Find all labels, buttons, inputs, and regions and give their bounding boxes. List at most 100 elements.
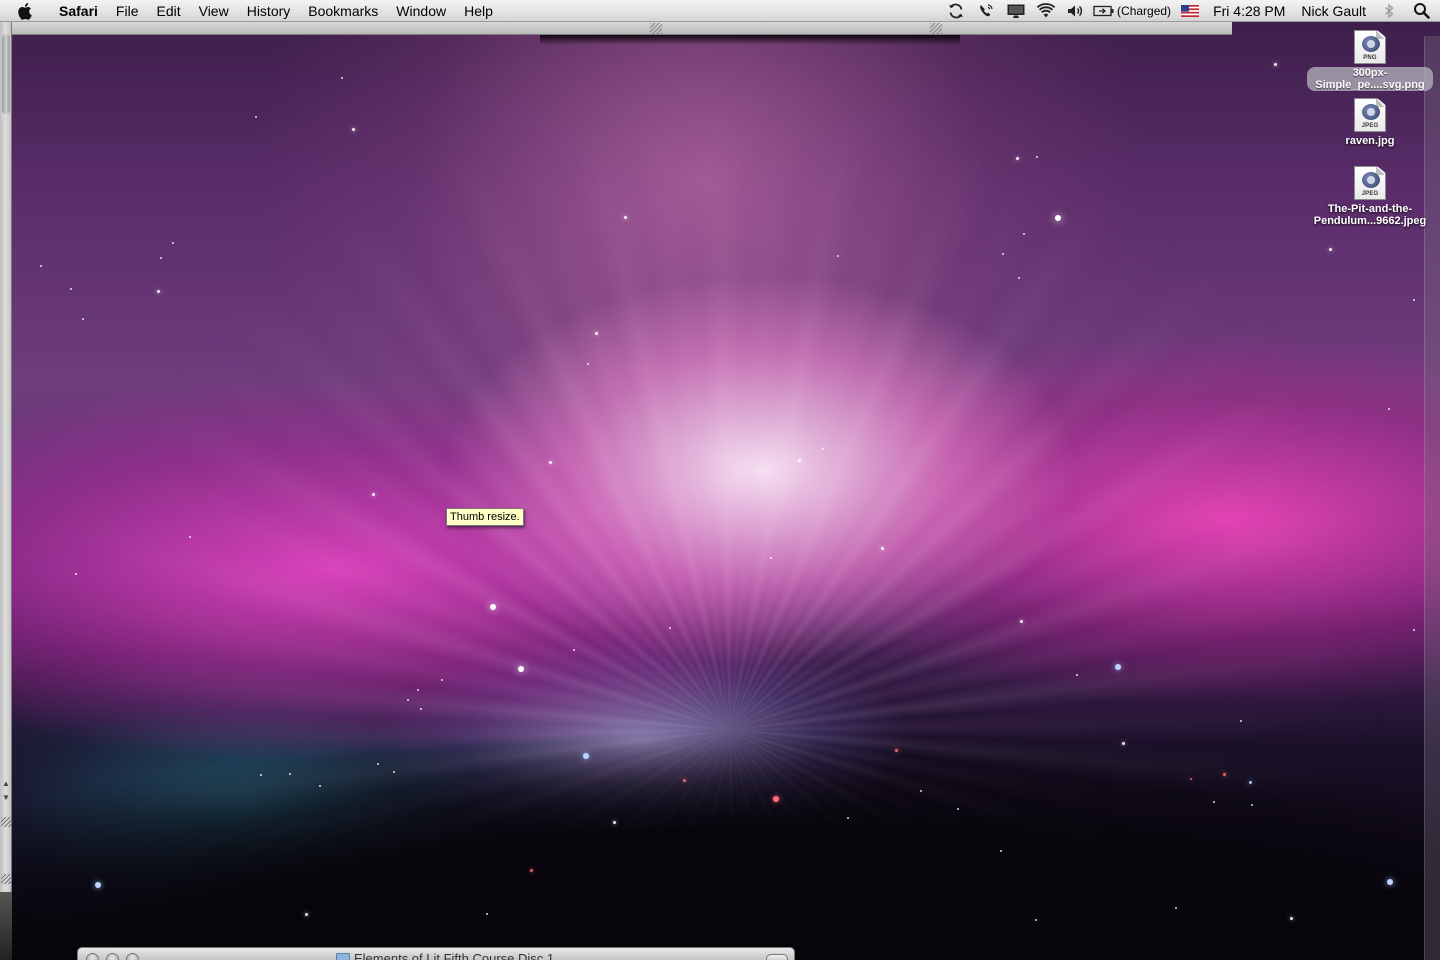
- star: [595, 332, 598, 335]
- desktop-file-pit-and-pendulum[interactable]: JPEG The-Pit-and-the- Pendulum...9662.jp…: [1305, 166, 1435, 227]
- star: [1175, 907, 1177, 909]
- menu-file[interactable]: File: [107, 0, 148, 22]
- menu-help[interactable]: Help: [455, 0, 502, 22]
- battery-status-text[interactable]: (Charged): [1117, 4, 1175, 18]
- star: [160, 257, 162, 259]
- menu-extras: (Charged) Fri 4:28 PM Nick Gault: [941, 0, 1440, 22]
- star: [530, 869, 533, 872]
- star: [189, 536, 191, 538]
- battery-icon[interactable]: [1091, 0, 1117, 22]
- star: [895, 749, 898, 752]
- menu-clock[interactable]: Fri 4:28 PM: [1205, 3, 1293, 19]
- star: [1387, 879, 1393, 885]
- wifi-icon[interactable]: [1031, 0, 1061, 22]
- star: [573, 649, 575, 651]
- star: [1274, 63, 1277, 66]
- menu-app-safari[interactable]: Safari: [50, 0, 107, 22]
- window-shadow: [540, 35, 960, 45]
- star: [157, 290, 160, 293]
- star: [1035, 919, 1037, 921]
- menu-bookmarks[interactable]: Bookmarks: [299, 0, 387, 22]
- volume-icon[interactable]: [1061, 0, 1091, 22]
- finder-window-titlebar[interactable]: Elements of Lit Fifth Course Disc 1: [77, 947, 795, 960]
- png-file-icon[interactable]: PNG: [1354, 30, 1386, 64]
- spotlight-icon[interactable]: [1404, 0, 1440, 22]
- resize-grip-icon[interactable]: [930, 23, 942, 34]
- star: [549, 461, 552, 464]
- star: [82, 318, 84, 320]
- toolbar-toggle-button[interactable]: [766, 954, 788, 960]
- display-icon[interactable]: [1001, 0, 1031, 22]
- star: [289, 773, 291, 775]
- star: [1023, 233, 1025, 235]
- phone-icon[interactable]: [971, 0, 1001, 22]
- star: [75, 573, 77, 575]
- star: [352, 128, 355, 131]
- star: [770, 557, 772, 559]
- star: [1413, 629, 1415, 631]
- star: [957, 808, 959, 810]
- apple-menu-icon[interactable]: [16, 1, 36, 21]
- jpeg-file-icon[interactable]: JPEG: [1354, 98, 1386, 132]
- desktop-file-raven[interactable]: JPEG raven.jpg: [1305, 98, 1435, 147]
- star: [1329, 248, 1332, 251]
- star: [1115, 664, 1121, 670]
- menu-history[interactable]: History: [238, 0, 300, 22]
- star: [486, 913, 488, 915]
- star: [305, 913, 308, 916]
- star: [1018, 277, 1020, 279]
- star: [393, 771, 395, 773]
- star: [847, 817, 849, 819]
- jpeg-file-icon[interactable]: JPEG: [1354, 166, 1386, 200]
- star: [1251, 804, 1253, 806]
- desktop-wallpaper: [0, 0, 1440, 960]
- file-label[interactable]: raven.jpg: [1346, 135, 1395, 147]
- star: [798, 459, 801, 462]
- menu-view[interactable]: View: [190, 0, 238, 22]
- scrollbar-thumb[interactable]: [2, 34, 10, 114]
- star: [1223, 773, 1226, 776]
- star: [490, 604, 496, 610]
- star: [341, 77, 343, 79]
- star: [624, 216, 627, 219]
- star: [683, 779, 686, 782]
- menu-window[interactable]: Window: [387, 0, 455, 22]
- star: [881, 547, 884, 550]
- sync-icon[interactable]: [941, 0, 971, 22]
- star: [587, 363, 589, 365]
- star: [1036, 156, 1038, 158]
- resize-grip-icon[interactable]: [650, 23, 662, 34]
- star: [1240, 720, 1242, 722]
- star: [1000, 850, 1002, 852]
- star: [1213, 801, 1215, 803]
- background-window-scrollbar[interactable]: ▲ ▼: [0, 22, 12, 960]
- star: [95, 882, 101, 888]
- star: [1055, 215, 1061, 221]
- zoom-button[interactable]: [126, 953, 139, 960]
- scroll-down-arrow-icon[interactable]: ▼: [2, 794, 10, 802]
- star: [613, 821, 616, 824]
- resize-grip-icon[interactable]: [1, 874, 11, 884]
- us-flag-icon[interactable]: [1175, 0, 1205, 22]
- fast-user-switch-name[interactable]: Nick Gault: [1293, 3, 1374, 19]
- resize-grip-icon[interactable]: [1, 817, 11, 827]
- folder-icon: [336, 953, 350, 960]
- menu-bar: Safari File Edit View History Bookmarks …: [0, 0, 1440, 22]
- desktop-file-png[interactable]: PNG 300px- Simple_pe....svg.png: [1305, 30, 1435, 91]
- close-button[interactable]: [86, 953, 99, 960]
- scroll-up-arrow-icon[interactable]: ▲: [2, 780, 10, 788]
- star: [1002, 253, 1004, 255]
- star: [518, 666, 524, 672]
- background-window-bottom-bar: [12, 22, 1232, 35]
- star: [40, 265, 42, 267]
- star: [255, 116, 257, 118]
- file-label[interactable]: The-Pit-and-the- Pendulum...9662.jpeg: [1314, 203, 1426, 227]
- bluetooth-icon[interactable]: [1374, 0, 1404, 22]
- file-label[interactable]: 300px- Simple_pe....svg.png: [1307, 67, 1433, 91]
- star: [1076, 674, 1078, 676]
- star: [319, 785, 321, 787]
- star: [1249, 781, 1252, 784]
- menu-edit[interactable]: Edit: [147, 0, 189, 22]
- minimize-button[interactable]: [106, 953, 119, 960]
- star: [920, 790, 922, 792]
